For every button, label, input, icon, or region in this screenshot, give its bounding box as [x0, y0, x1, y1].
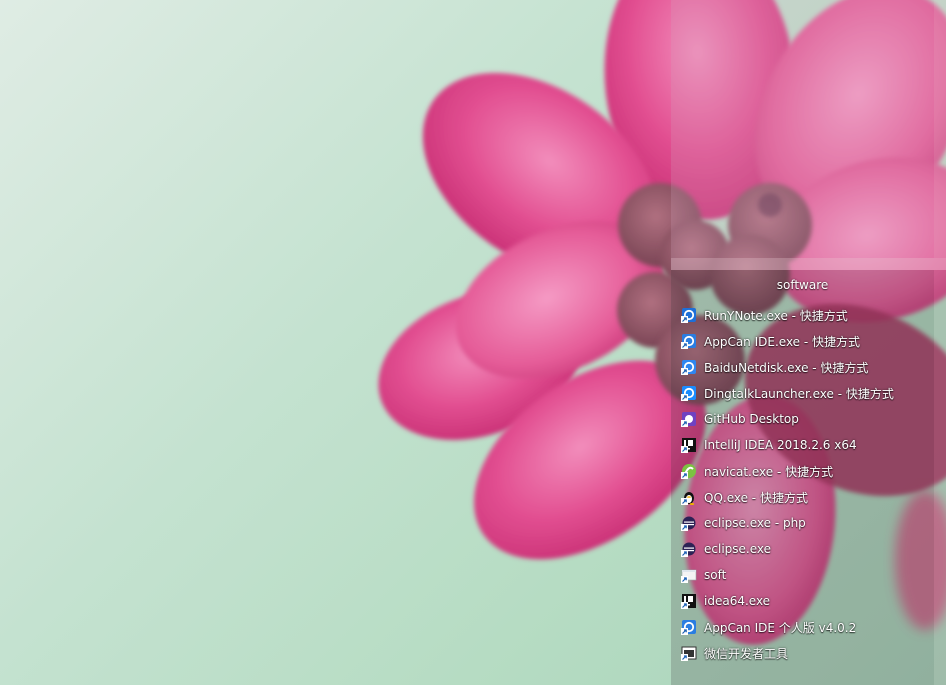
appcan-icon[interactable]: [681, 333, 697, 349]
shortcut-item[interactable]: QQ.exe - 快捷方式: [681, 484, 894, 510]
shortcut-label: eclipse.exe: [704, 542, 772, 556]
shortcut-item[interactable]: IntelliJ IDEA 2018.2.6 x64: [681, 432, 894, 458]
shortcut-label: eclipse.exe - php: [704, 516, 806, 530]
shortcut-label: DingtalkLauncher.exe - 快捷方式: [704, 386, 894, 401]
wechat-devtools-icon[interactable]: [681, 645, 697, 661]
fence-top-region: [671, 0, 934, 258]
shortcut-label: navicat.exe - 快捷方式: [704, 464, 834, 479]
software-fence: software RunYNote.exe - 快捷方式 AppCan IDE.e…: [671, 270, 934, 685]
qq-penguin-icon[interactable]: [681, 489, 697, 505]
appcan-icon[interactable]: [681, 619, 697, 635]
shortcut-item[interactable]: eclipse.exe: [681, 536, 894, 562]
shortcut-label: QQ.exe - 快捷方式: [704, 490, 808, 505]
intellij-idea-icon[interactable]: [681, 593, 697, 609]
shortcut-label: 微信开发者工具: [704, 646, 789, 661]
shortcut-label: AppCan IDE.exe - 快捷方式: [704, 334, 861, 349]
shortcut-item[interactable]: RunYNote.exe - 快捷方式: [681, 302, 894, 328]
shortcut-item[interactable]: navicat.exe - 快捷方式: [681, 458, 894, 484]
shortcut-label: soft: [704, 568, 727, 582]
shortcut-item[interactable]: AppCan IDE.exe - 快捷方式: [681, 328, 894, 354]
shortcut-item[interactable]: eclipse.exe - php: [681, 510, 894, 536]
shortcut-item[interactable]: 微信开发者工具: [681, 640, 894, 666]
shortcut-label: AppCan IDE 个人版 v4.0.2: [704, 620, 857, 635]
shortcut-item[interactable]: AppCan IDE 个人版 v4.0.2: [681, 614, 894, 640]
fence-scroll-strip: [934, 270, 946, 685]
fence-title[interactable]: software: [671, 278, 934, 292]
shortcut-label: RunYNote.exe - 快捷方式: [704, 308, 848, 323]
intellij-idea-icon[interactable]: [681, 437, 697, 453]
navicat-icon[interactable]: [681, 463, 697, 479]
youdao-note-icon[interactable]: [681, 307, 697, 323]
desktop[interactable]: software RunYNote.exe - 快捷方式 AppCan IDE.e…: [0, 0, 946, 685]
github-desktop-icon[interactable]: [681, 411, 697, 427]
shortcut-item[interactable]: DingtalkLauncher.exe - 快捷方式: [681, 380, 894, 406]
shortcut-label: IntelliJ IDEA 2018.2.6 x64: [704, 438, 857, 452]
fence-top-scroll-strip: [934, 0, 946, 258]
eclipse-icon[interactable]: [681, 515, 697, 531]
fence-shortcut-list: RunYNote.exe - 快捷方式 AppCan IDE.exe - 快捷方式…: [681, 302, 894, 666]
dingtalk-icon[interactable]: [681, 385, 697, 401]
shortcut-label: idea64.exe: [704, 594, 771, 608]
baidu-netdisk-icon[interactable]: [681, 359, 697, 375]
shortcut-item[interactable]: GitHub Desktop: [681, 406, 894, 432]
folder-shortcut-icon[interactable]: [681, 567, 697, 583]
shortcut-label: BaiduNetdisk.exe - 快捷方式: [704, 360, 869, 375]
shortcut-item[interactable]: BaiduNetdisk.exe - 快捷方式: [681, 354, 894, 380]
eclipse-icon[interactable]: [681, 541, 697, 557]
shortcut-item[interactable]: idea64.exe: [681, 588, 894, 614]
shortcut-label: GitHub Desktop: [704, 412, 799, 426]
fence-divider: [671, 258, 946, 270]
shortcut-item[interactable]: soft: [681, 562, 894, 588]
